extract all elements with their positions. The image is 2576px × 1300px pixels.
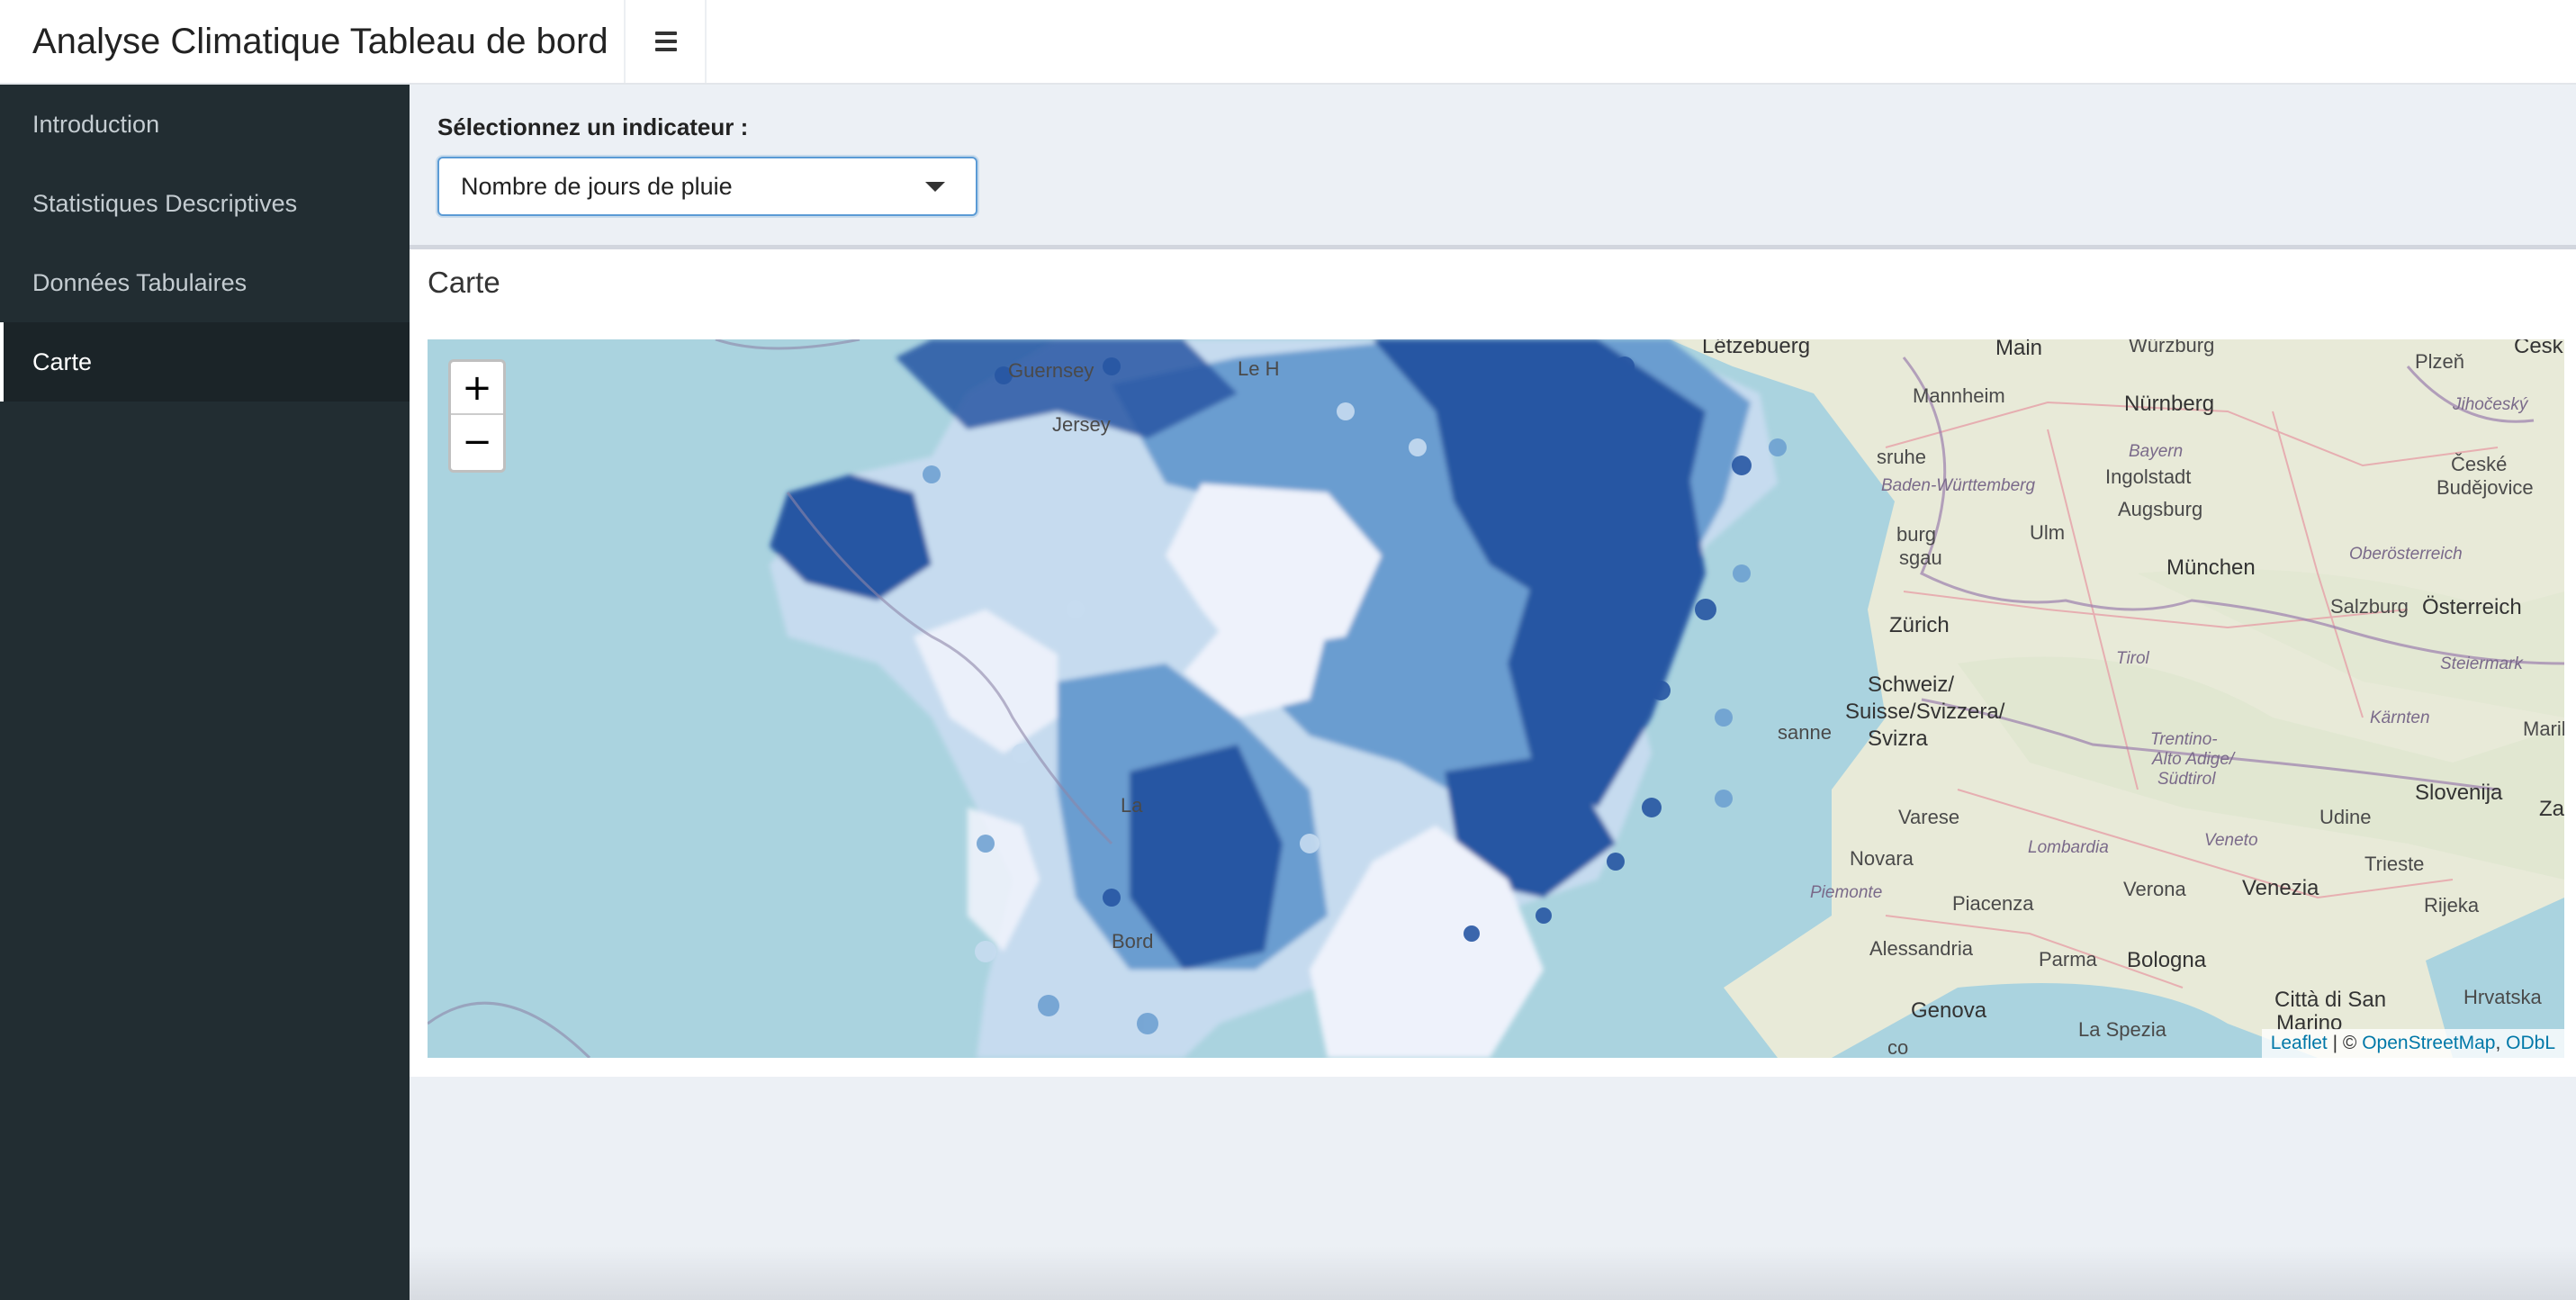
map-label-jihocesky: Jihočeský (2453, 395, 2528, 414)
zoom-in-button[interactable]: + (451, 362, 503, 415)
map-label-budejovice: Budějovice (2436, 476, 2534, 499)
indicator-label: Sélectionnez un indicateur : (437, 113, 749, 140)
map-label-ulm: Ulm (2030, 521, 2066, 544)
map-label-munchen: München (2166, 555, 2256, 580)
map-label-main: Main (1995, 339, 2043, 360)
map-label-salzburg: Salzburg (2330, 595, 2409, 618)
map-label-bayern: Bayern (2129, 442, 2184, 461)
map-label-marib: Marib (2523, 718, 2564, 740)
zoom-out-button[interactable]: − (451, 415, 503, 468)
hamburger-menu-icon (655, 32, 677, 51)
map-tiles (428, 339, 2564, 1058)
map-label-trieste: Trieste (2364, 853, 2425, 875)
map-label-varese: Varese (1898, 806, 1960, 828)
map-label-veneto: Veneto (2204, 831, 2258, 850)
odbl-link[interactable]: ODbL (2506, 1033, 2555, 1053)
app-header: Analyse Climatique Tableau de bord (0, 0, 2576, 85)
map-label-ceske: České (2451, 453, 2508, 475)
indicator-select-value: Nombre de jours de pluie (461, 172, 733, 200)
caret-down-icon (925, 182, 945, 192)
map-label-letzebuerg: Lëtzebuerg (1702, 339, 1811, 358)
openstreetmap-link[interactable]: OpenStreetMap (2362, 1033, 2495, 1053)
map-label-ingolstadt: Ingolstadt (2105, 465, 2192, 488)
map-label-slovenija: Slovenija (2415, 781, 2503, 805)
map-label-sruhe: sruhe (1877, 446, 1927, 468)
map-label-mannheim: Mannheim (1913, 384, 2005, 407)
map-label-zurich: Zürich (1889, 613, 1950, 637)
map-label-za: Za (2539, 797, 2564, 821)
map-label-augsburg: Augsburg (2118, 498, 2203, 520)
map-label-udine: Udine (2319, 806, 2372, 828)
sidebar-item-statistiques[interactable]: Statistiques Descriptives (0, 164, 410, 243)
sidebar-item-donnees[interactable]: Données Tabulaires (0, 243, 410, 322)
map-label-parma: Parma (2039, 948, 2097, 970)
map-label-karnten: Kärnten (2370, 709, 2430, 727)
box-title: Carte (428, 266, 500, 299)
map-label-citta-di-san: Città di San (2274, 988, 2387, 1012)
map-label-schweiz: Schweiz/ (1868, 673, 1955, 697)
map-label-oberosterreich: Oberösterreich (2349, 545, 2463, 564)
leaflet-link[interactable]: Leaflet (2271, 1033, 2328, 1053)
map-label-novara: Novara (1850, 847, 1914, 870)
map-attribution: Leaflet | © OpenStreetMap, ODbL (2261, 1029, 2564, 1058)
map-label-suisse: Suisse/Svizzera/ (1845, 700, 2005, 724)
map-label-cesk: Česk (2514, 339, 2563, 358)
map-label-sanne: sanne (1778, 721, 1832, 744)
leaflet-map[interactable]: Guernsey Jersey Le H Lëtzebuerg Main Wür… (428, 339, 2564, 1058)
map-label-jersey: Jersey (1052, 413, 1111, 436)
map-label-bord: Bord (1112, 930, 1154, 952)
map-label-verona: Verona (2123, 878, 2186, 900)
map-label-sgau: sgau (1899, 546, 1942, 569)
map-label-piemonte: Piemonte (1810, 883, 1883, 902)
map-label-svizra: Svizra (1868, 727, 1928, 751)
map-label-nurnberg: Nürnberg (2124, 392, 2215, 416)
map-label-co: co (1887, 1036, 1909, 1058)
map-label-baden: Baden-Württemberg (1881, 476, 2036, 495)
map-label-steiermark: Steiermark (2440, 655, 2523, 673)
app-title[interactable]: Analyse Climatique Tableau de bord (0, 0, 626, 83)
map-label-trentino: Trentino- (2150, 730, 2218, 749)
map-label-hrvatska: Hrvatska (2463, 986, 2542, 1008)
indicator-select[interactable]: Nombre de jours de pluie (437, 157, 977, 216)
map-label-guernsey: Guernsey (1008, 359, 1094, 382)
zoom-control: + − (448, 359, 506, 473)
map-label-genova: Genova (1911, 998, 1987, 1023)
map-label-burg: burg (1896, 523, 1937, 546)
map-label-piacenza: Piacenza (1952, 892, 2034, 915)
sidebar-item-carte[interactable]: Carte (0, 322, 410, 402)
sidebar-toggle-button[interactable] (627, 0, 707, 83)
sidebar-item-introduction[interactable]: Introduction (0, 85, 410, 164)
attribution-separator: | © (2327, 1033, 2363, 1053)
map-label-tirol: Tirol (2116, 649, 2149, 668)
map-label-rijeka: Rijeka (2424, 894, 2480, 916)
sidebar: Introduction Statistiques Descriptives D… (0, 85, 410, 1300)
attribution-comma: , (2495, 1033, 2507, 1053)
map-label-wurzburg: Würzburg (2129, 339, 2215, 357)
map-label-le-h: Le H (1238, 357, 1280, 380)
map-label-sudtirol: Südtirol (2157, 770, 2216, 789)
map-label-venezia: Venezia (2242, 876, 2319, 900)
map-label-plzen: Plzeň (2415, 350, 2465, 373)
map-box: Carte Guernsey Jersey Le H Lëtzebuerg Ma… (410, 245, 2576, 1077)
indicator-selector: Sélectionnez un indicateur : Nombre de j… (437, 113, 977, 216)
map-label-alto-adige: Alto Adige/ (2152, 750, 2235, 769)
map-label-lombardia: Lombardia (2028, 838, 2109, 857)
map-label-osterreich: Österreich (2422, 595, 2522, 619)
map-label-bologna: Bologna (2127, 948, 2207, 972)
map-label-alessandria: Alessandria (1869, 937, 1973, 960)
main-content: Sélectionnez un indicateur : Nombre de j… (410, 85, 2576, 1300)
map-label-la-spezia: La Spezia (2078, 1018, 2166, 1041)
bottom-shadow (410, 1246, 2576, 1300)
map-label-la: La (1121, 794, 1143, 817)
